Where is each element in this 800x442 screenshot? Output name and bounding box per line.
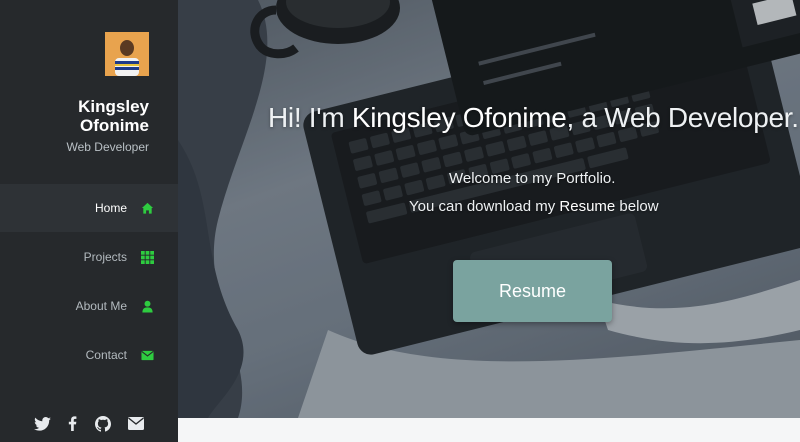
headline-name: Kingsley Ofonime [351, 102, 567, 133]
nav-label: About Me [75, 299, 127, 313]
envelope-icon[interactable] [127, 417, 144, 435]
profile-role: Web Developer [66, 140, 150, 154]
resume-button[interactable]: Resume [453, 260, 612, 322]
home-icon [141, 202, 154, 214]
avatar [105, 32, 149, 76]
facebook-icon[interactable] [68, 416, 77, 436]
grid-icon [141, 250, 154, 264]
github-icon[interactable] [94, 415, 111, 437]
download-highlight: Resume [559, 198, 616, 215]
social-links [34, 415, 144, 437]
nav-item-contact[interactable]: Contact [0, 331, 178, 379]
profile-name: Kingsley Ofonime [78, 97, 149, 135]
welcome-text: Welcome to my Portfolio. [449, 170, 616, 187]
download-prefix: You can download my [409, 198, 560, 215]
nav-label: Home [94, 201, 127, 215]
nav-item-projects[interactable]: Projects [0, 233, 178, 281]
nav-label: Contact [85, 348, 127, 362]
headline-suffix: , a Web Developer. [566, 102, 799, 133]
envelope-icon [141, 350, 154, 360]
nav-item-about[interactable]: About Me [0, 282, 178, 330]
nav-item-home[interactable]: Home [0, 184, 178, 232]
nav-label: Projects [83, 250, 127, 264]
user-icon [142, 300, 153, 313]
hero-headline: Hi! I'm Kingsley Ofonime, a Web Develope… [268, 102, 800, 134]
download-suffix: below [615, 198, 659, 215]
sidebar: Kingsley Ofonime Web Developer Home Proj… [0, 0, 178, 442]
footer-strip [178, 418, 800, 442]
download-text: You can download my Resume below [409, 198, 659, 215]
twitter-icon[interactable] [34, 416, 51, 436]
headline-prefix: Hi! I'm [268, 102, 352, 133]
